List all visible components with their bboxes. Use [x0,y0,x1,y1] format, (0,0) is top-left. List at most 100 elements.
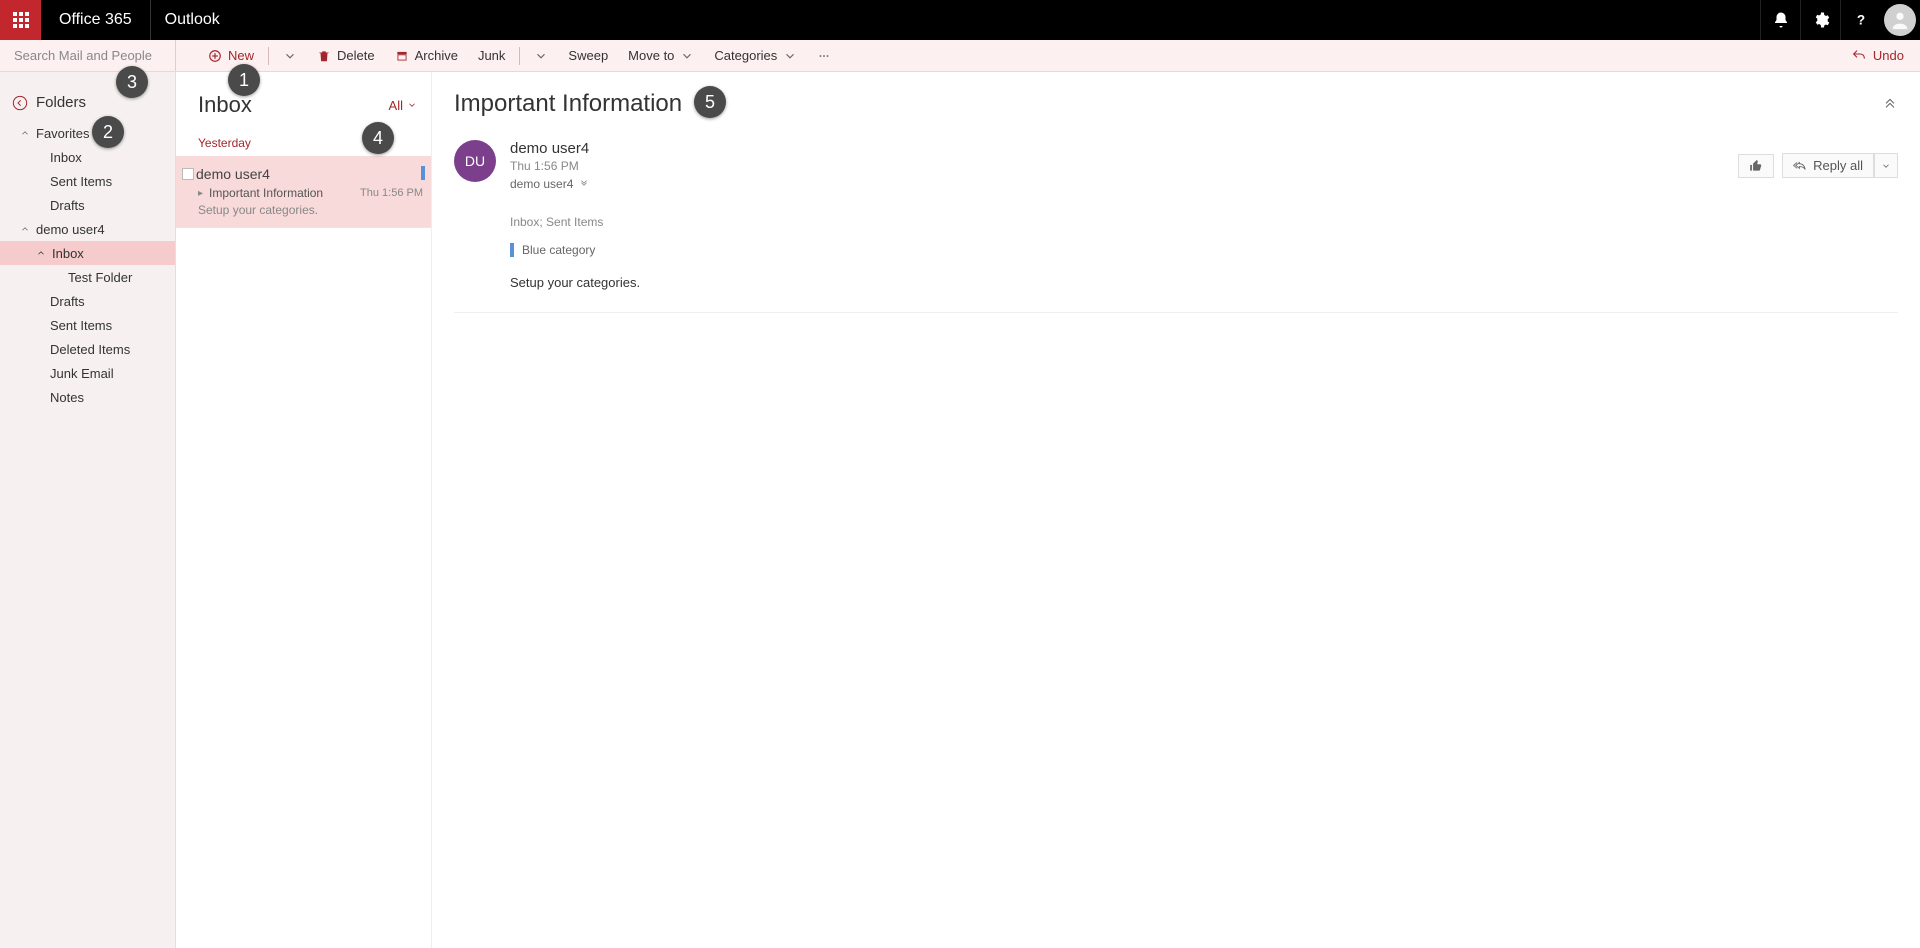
message-list-pane: Inbox All Yesterday demo user4 ▸ Importa… [176,72,432,948]
undo-label: Undo [1873,48,1904,63]
reply-all-button[interactable]: Reply all [1782,153,1874,178]
favorites-section[interactable]: Favorites [0,121,175,145]
svg-text:?: ? [1856,13,1864,28]
trash-icon [317,49,331,63]
chevron-down-icon [680,49,694,63]
search-input[interactable] [14,48,190,63]
sender-avatar: DU [454,140,496,182]
chevron-down-icon [283,49,297,63]
toolbar-divider [268,47,269,65]
sidebar-item-junk[interactable]: Junk Email [0,361,175,385]
recipient-dropdown-icon[interactable] [579,179,589,189]
chevron-up-icon [20,128,30,138]
toolbar: New Delete Archive Junk Sweep Move to C [0,40,1920,72]
sidebar-item-fav-sent[interactable]: Sent Items [0,169,175,193]
chevron-down-icon [534,49,548,63]
undo-icon [1851,48,1867,64]
thumbs-up-icon [1749,159,1763,173]
chevron-down-icon [1881,161,1891,171]
thread-caret-icon: ▸ [198,188,203,199]
recipient: demo user4 [510,177,573,191]
like-button[interactable] [1738,154,1774,178]
sender-time: Thu 1:56 PM [510,159,589,173]
sender-name: demo user4 [510,140,589,157]
bell-icon [1772,11,1790,29]
person-icon [1889,9,1911,31]
junk-button[interactable]: Junk [468,40,515,71]
favorites-label: Favorites [36,126,89,141]
chevron-up-icon [36,248,46,258]
reply-all-icon [1793,159,1807,173]
app-launcher[interactable] [0,0,41,40]
sidebar-item-fav-inbox[interactable]: Inbox [0,145,175,169]
more-icon [817,49,831,63]
account-section[interactable]: demo user4 [0,217,175,241]
app-name: Outlook [151,0,234,40]
toolbar-divider [519,47,520,65]
sweep-button[interactable]: Sweep [558,40,618,71]
back-arrow-icon [12,95,28,111]
reading-subject: Important Information [454,90,682,118]
undo-button[interactable]: Undo [1851,48,1920,64]
folders-label: Folders [36,94,86,111]
sidebar-item-sent[interactable]: Sent Items [0,313,175,337]
more-button[interactable] [807,40,841,71]
message-separator [454,312,1898,313]
message-location: Inbox; Sent Items [510,215,1898,229]
archive-label: Archive [415,48,458,63]
reply-dropdown[interactable] [1874,153,1898,178]
sidebar-item-deleted[interactable]: Deleted Items [0,337,175,361]
plus-icon [208,49,222,63]
settings-button[interactable] [1800,0,1840,40]
folder-title: Inbox [198,92,389,118]
reply-all-label: Reply all [1813,158,1863,173]
category-row[interactable]: Blue category [510,243,1898,257]
topbar: Office 365 Outlook ? [0,0,1920,40]
category-label: Blue category [522,243,595,257]
sidebar-item-notes[interactable]: Notes [0,385,175,409]
new-dropdown[interactable] [273,40,307,71]
folders-header[interactable]: Folders [0,72,175,121]
delete-label: Delete [337,48,375,63]
message-preview: Setup your categories. [198,203,423,217]
brand-link[interactable]: Office 365 [41,0,151,40]
archive-button[interactable]: Archive [385,40,468,71]
sidebar-item-fav-drafts[interactable]: Drafts [0,193,175,217]
message-time: Thu 1:56 PM [360,187,423,199]
category-swatch [510,243,514,257]
message-item[interactable]: demo user4 ▸ Important Information Thu 1… [176,156,431,228]
gear-icon [1812,11,1830,29]
sidebar-item-inbox[interactable]: Inbox [0,241,175,265]
inbox-label: Inbox [52,246,84,261]
junk-dropdown[interactable] [524,40,558,71]
waffle-icon [13,12,29,28]
moveto-label: Move to [628,48,674,63]
categories-button[interactable]: Categories [704,40,807,71]
help-button[interactable]: ? [1840,0,1880,40]
junk-label: Junk [478,48,505,63]
chevron-down-icon [407,100,417,110]
account-label: demo user4 [36,222,105,237]
new-button[interactable]: New [198,40,264,71]
message-subject: Important Information [209,186,354,200]
double-chevron-up-icon [1882,94,1898,110]
expand-button[interactable] [1882,94,1898,115]
delete-button[interactable]: Delete [307,40,385,71]
notifications-button[interactable] [1760,0,1800,40]
sidebar-item-drafts[interactable]: Drafts [0,289,175,313]
chevron-down-icon [783,49,797,63]
sidebar-item-test-folder[interactable]: Test Folder [0,265,175,289]
message-checkbox[interactable] [182,168,194,180]
filter-dropdown[interactable]: All [389,98,417,113]
archive-icon [395,49,409,63]
sweep-label: Sweep [568,48,608,63]
message-from: demo user4 [196,166,423,182]
category-indicator [421,166,425,180]
chevron-up-icon [20,224,30,234]
user-avatar[interactable] [1880,0,1920,40]
new-label: New [228,48,254,63]
message-body: Setup your categories. [510,275,1898,290]
moveto-button[interactable]: Move to [618,40,704,71]
filter-label: All [389,98,403,113]
help-icon: ? [1852,11,1870,29]
